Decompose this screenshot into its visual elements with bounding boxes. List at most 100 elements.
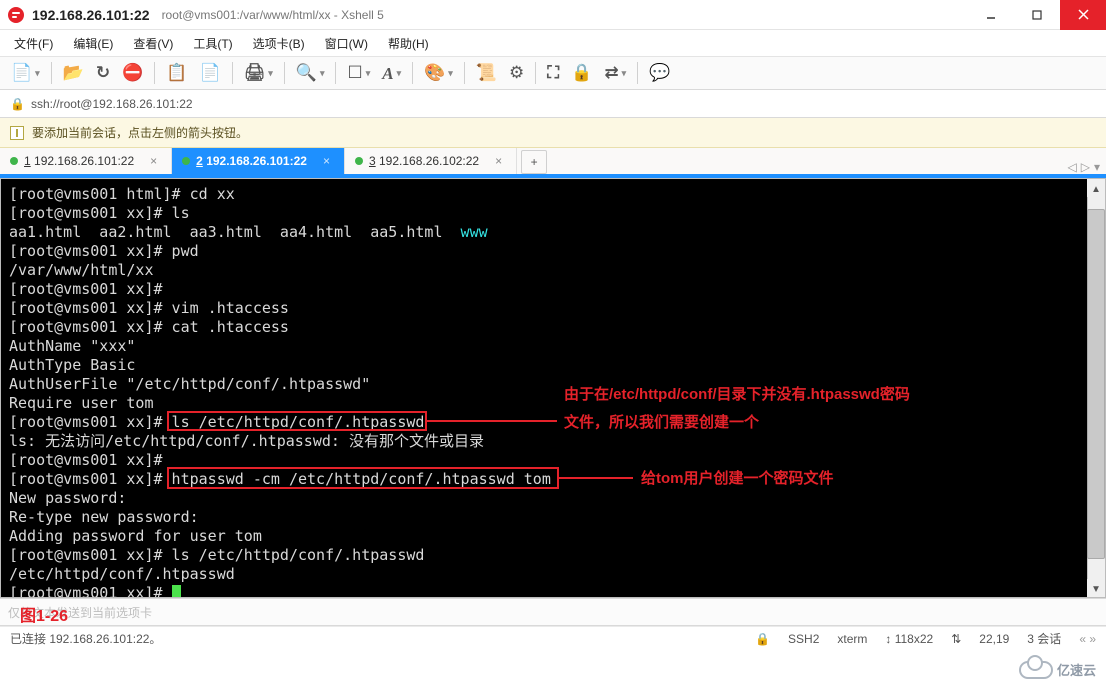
- window-title-path: root@vms001:/var/www/html/xx - Xshell 5: [162, 8, 384, 22]
- tab-menu-icon[interactable]: ▾: [1094, 160, 1100, 174]
- close-button[interactable]: [1060, 0, 1106, 30]
- disconnect-button[interactable]: ⛔: [117, 60, 148, 86]
- menu-file[interactable]: 文件(F): [10, 33, 57, 54]
- lock-button[interactable]: 🔒: [566, 60, 597, 86]
- tab-next-icon[interactable]: ▷: [1081, 160, 1090, 174]
- open-button[interactable]: 📂: [58, 60, 89, 86]
- toolbar: 📄▾ 📂 ↻ ⛔ 📋 📄 🖨▾ 🔍▾ ☐▾ A▾ 🎨▾ 📜 ⚙ ⛶ 🔒 ⇄▾ 💬: [0, 56, 1106, 90]
- chevrons-icon[interactable]: « »: [1079, 632, 1096, 646]
- watermark-text: 亿速云: [1057, 660, 1096, 679]
- reconnect-button[interactable]: ↻: [91, 60, 115, 86]
- tab-label: 3 192.168.26.102:22: [369, 154, 479, 168]
- cloud-icon: [1019, 661, 1053, 679]
- app-icon: [8, 7, 24, 23]
- tab-prev-icon[interactable]: ◁: [1068, 160, 1077, 174]
- script-button[interactable]: 📜: [471, 60, 502, 86]
- terminal-line: [root@vms001 xx]# htpasswd -cm /etc/http…: [9, 470, 1097, 489]
- terminal-line: [root@vms001 xx]# pwd: [9, 242, 1097, 261]
- terminal-line: [root@vms001 xx]#: [9, 584, 1097, 598]
- tab-close-icon[interactable]: ×: [495, 154, 502, 168]
- menu-tools[interactable]: 工具(T): [189, 33, 236, 54]
- cursor: [172, 585, 181, 598]
- annotation-text-1a: 由于在/etc/httpd/conf/目录下并没有.htpasswd密码: [564, 385, 910, 404]
- status-dot-icon: [182, 157, 190, 165]
- status-term: xterm: [837, 632, 867, 646]
- tab-strip: 1 192.168.26.101:22 × 2 192.168.26.101:2…: [0, 148, 1106, 178]
- terminal-line: Re-type new password:: [9, 508, 1097, 527]
- scroll-down-icon[interactable]: ▾: [1087, 579, 1105, 597]
- terminal-line: [root@vms001 xx]# ls /etc/httpd/conf/.ht…: [9, 413, 1097, 432]
- lock-icon: 🔒: [10, 97, 25, 111]
- minimize-button[interactable]: [968, 0, 1014, 30]
- lock-icon: 🔒: [755, 632, 770, 646]
- terminal-line: [root@vms001 html]# cd xx: [9, 185, 1097, 204]
- status-ssh: SSH2: [788, 632, 819, 646]
- terminal-line: aa1.html aa2.html aa3.html aa4.html aa5.…: [9, 223, 1097, 242]
- status-cursor-pos: 22,19: [979, 632, 1009, 646]
- terminal-line: Adding password for user tom: [9, 527, 1097, 546]
- tab-close-icon[interactable]: ×: [323, 154, 330, 168]
- title-bar: 192.168.26.101:22 root@vms001:/var/www/h…: [0, 0, 1106, 30]
- send-text-strip[interactable]: 仅将文本发送到当前选项卡 图1-26: [0, 598, 1106, 626]
- terminal-line: [root@vms001 xx]#: [9, 451, 1097, 470]
- terminal-line: [root@vms001 xx]#: [9, 280, 1097, 299]
- paste-button[interactable]: 📄: [194, 60, 225, 86]
- arrows-icon: ⇅: [951, 632, 961, 646]
- menu-help[interactable]: 帮助(H): [384, 33, 433, 54]
- pin-icon[interactable]: [10, 126, 24, 140]
- menu-bar: 文件(F) 编辑(E) 查看(V) 工具(T) 选项卡(B) 窗口(W) 帮助(…: [0, 30, 1106, 56]
- copy-button[interactable]: 📋: [161, 60, 192, 86]
- tab-label: 1 192.168.26.101:22: [24, 154, 134, 168]
- tab-label: 2 192.168.26.101:22: [196, 154, 307, 168]
- transfer-button[interactable]: ⇄▾: [599, 60, 631, 86]
- annotation-text-2: 给tom用户创建一个密码文件: [641, 469, 834, 488]
- terminal-line: /etc/httpd/conf/.htpasswd: [9, 565, 1097, 584]
- annotation-text-1b: 文件，所以我们需要创建一个: [564, 413, 759, 432]
- new-tab-button[interactable]: +: [521, 150, 547, 174]
- properties-button[interactable]: ⚙: [504, 60, 529, 86]
- status-dot-icon: [10, 157, 18, 165]
- font-button[interactable]: A▾: [377, 60, 406, 86]
- scrollbar-track[interactable]: ▴ ▾: [1087, 179, 1105, 597]
- address-url[interactable]: ssh://root@192.168.26.101:22: [31, 97, 1096, 111]
- chat-button[interactable]: 💬: [644, 60, 675, 86]
- maximize-button[interactable]: [1014, 0, 1060, 30]
- status-dot-icon: [355, 157, 363, 165]
- terminal-line: AuthName "xxx": [9, 337, 1097, 356]
- tab-1[interactable]: 1 192.168.26.101:22 ×: [0, 148, 172, 174]
- menu-edit[interactable]: 编辑(E): [69, 33, 117, 54]
- watermark: 亿速云: [1019, 660, 1096, 679]
- info-bar: 要添加当前会话，点击左侧的箭头按钮。: [0, 118, 1106, 148]
- terminal-line: ls: 无法访问/etc/httpd/conf/.htpasswd: 没有那个文…: [9, 432, 1097, 451]
- color-button[interactable]: 🎨▾: [419, 60, 458, 86]
- terminal[interactable]: [root@vms001 html]# cd xx[root@vms001 xx…: [0, 178, 1106, 598]
- scrollbar-thumb[interactable]: [1087, 209, 1105, 559]
- find-button[interactable]: 🔍▾: [291, 60, 330, 86]
- tab-2[interactable]: 2 192.168.26.101:22 ×: [172, 148, 345, 174]
- terminal-line: [root@vms001 xx]# ls: [9, 204, 1097, 223]
- arrow-line-2: [559, 477, 633, 479]
- print-button[interactable]: 🖨▾: [239, 60, 278, 86]
- terminal-line: [root@vms001 xx]# cat .htaccess: [9, 318, 1097, 337]
- scroll-up-icon[interactable]: ▴: [1087, 179, 1105, 197]
- figure-label: 图1-26: [20, 602, 68, 626]
- tab-nav: ◁ ▷ ▾: [1068, 160, 1106, 174]
- tab-3[interactable]: 3 192.168.26.102:22 ×: [345, 148, 517, 174]
- menu-view[interactable]: 查看(V): [129, 33, 177, 54]
- status-connection: 已连接 192.168.26.101:22。: [10, 630, 161, 647]
- menu-tabs[interactable]: 选项卡(B): [249, 33, 309, 54]
- menu-window[interactable]: 窗口(W): [321, 33, 372, 54]
- arrow-line-1: [427, 420, 557, 422]
- new-session-button[interactable]: 📄▾: [6, 60, 45, 86]
- status-sessions: 3 会话: [1027, 630, 1061, 647]
- info-bar-text: 要添加当前会话，点击左侧的箭头按钮。: [32, 124, 248, 141]
- terminal-line: /var/www/html/xx: [9, 261, 1097, 280]
- select-button[interactable]: ☐▾: [342, 60, 375, 86]
- terminal-line: AuthUserFile "/etc/httpd/conf/.htpasswd": [9, 375, 1097, 394]
- fullscreen-button[interactable]: ⛶: [542, 60, 564, 86]
- window-controls: [968, 0, 1106, 30]
- address-bar: 🔒 ssh://root@192.168.26.101:22: [0, 90, 1106, 118]
- terminal-line: New password:: [9, 489, 1097, 508]
- terminal-line: [root@vms001 xx]# ls /etc/httpd/conf/.ht…: [9, 546, 1097, 565]
- tab-close-icon[interactable]: ×: [150, 154, 157, 168]
